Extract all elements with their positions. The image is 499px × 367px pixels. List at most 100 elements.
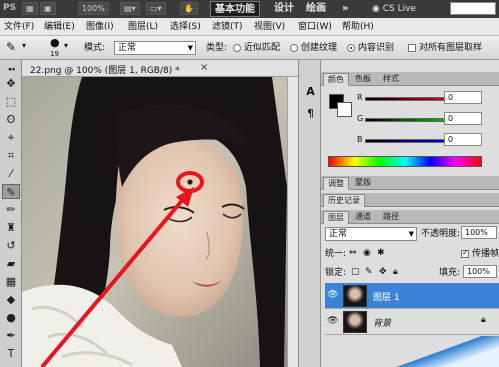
brush-picker-chevron-icon[interactable]: ▾ [64, 40, 68, 52]
tab-paths[interactable]: 路径 [379, 211, 403, 224]
fill-input[interactable]: 100% [463, 265, 497, 278]
gradient-tool-icon[interactable]: ▦ [2, 274, 20, 289]
sample-all-layers-checkbox[interactable] [408, 44, 416, 52]
clone-stamp-tool-icon[interactable]: ♜ [2, 220, 20, 235]
tool-preset-chevron-icon[interactable]: ▾ [22, 40, 26, 52]
layer-row-background[interactable]: 👁︎ 背景 🔒︎ [325, 309, 499, 335]
crop-tool-icon[interactable]: ⌗ [2, 148, 20, 163]
document-tab[interactable]: 22.png @ 100% (图层 1, RGB/8) * × [22, 60, 318, 77]
workspace-basic[interactable]: 基本功能 [210, 1, 260, 17]
visibility-eye-icon[interactable]: 👁︎ [327, 316, 338, 326]
tab-channels[interactable]: 通道 [351, 211, 375, 224]
menu-file[interactable]: 文件(F) [4, 20, 34, 34]
radio-content-aware-label: 内容识别 [358, 43, 395, 53]
b-value-input[interactable]: 0 [444, 133, 482, 146]
tab-color[interactable]: 颜色 [323, 73, 349, 86]
radio-create-texture-label: 创建纹理 [301, 43, 338, 53]
dodge-tool-icon[interactable]: ● [2, 310, 20, 325]
pen-tool-icon[interactable]: ✒ [2, 328, 20, 343]
menu-select[interactable]: 选择(S) [170, 20, 201, 34]
character-panel-icon[interactable]: A [303, 84, 318, 99]
background-color-swatch[interactable] [337, 102, 352, 117]
menu-view[interactable]: 视图(V) [254, 20, 285, 34]
move-tool-icon[interactable]: ✥ [2, 76, 20, 91]
screen-mode-icon[interactable]: ▭▾ [146, 2, 166, 15]
workspace-painting[interactable]: 绘画 [302, 1, 330, 17]
cs-live-label: CS Live [382, 4, 416, 14]
unify-style-icon[interactable]: ✱ [377, 247, 385, 259]
type-label: 类型: [206, 43, 228, 53]
tab-swatches[interactable]: 色板 [351, 73, 375, 86]
r-value-input[interactable]: 0 [444, 91, 482, 104]
radio-content-aware[interactable] [347, 44, 355, 52]
radio-create-texture[interactable] [290, 44, 298, 52]
image-canvas[interactable] [22, 77, 287, 367]
lock-image-icon[interactable]: ✎ [365, 266, 373, 278]
g-value-input[interactable]: 0 [444, 112, 482, 125]
lock-icon: 🔒︎ [481, 315, 486, 325]
brush-size-value: 19 [50, 50, 59, 58]
radio-proximity-match[interactable] [233, 44, 241, 52]
tool-options-bar: ✎ ▾ ● 19 ▾ 模式: 正常 类型: 近似匹配 创建纹理 内容识别 对所有… [0, 36, 499, 60]
lasso-tool-icon[interactable]: ʘ [2, 112, 20, 127]
menu-filter[interactable]: 滤镜(T) [212, 20, 243, 34]
layers-panel-tabs: 图层 通道 路径 [321, 210, 499, 224]
tab-adjustments[interactable]: 调整 [323, 177, 349, 190]
mode-select[interactable]: 正常 [114, 41, 196, 55]
tab-styles[interactable]: 样式 [379, 73, 403, 86]
propagate-frame-checkbox[interactable]: ✓ [461, 248, 469, 258]
spot-healing-tool-icon[interactable]: ✎ [2, 184, 20, 199]
cs-live-button[interactable]: ◉ CS Live [372, 1, 416, 17]
canvas-vertical-scrollbar[interactable] [287, 77, 298, 367]
unify-position-icon[interactable]: ⇔ [349, 247, 357, 259]
unify-visibility-icon[interactable]: ◉ [363, 247, 371, 259]
cs-live-icon: ◉ [372, 4, 383, 14]
close-document-icon[interactable]: × [200, 62, 208, 73]
color-spectrum-ramp[interactable] [328, 156, 482, 167]
lock-position-icon[interactable]: ✥ [379, 266, 387, 278]
menu-layer[interactable]: 图层(L) [128, 20, 158, 34]
document-title: 22.png @ 100% (图层 1, RGB/8) * [30, 66, 180, 76]
eyedropper-tool-icon[interactable]: ⁄ [2, 166, 20, 181]
quick-selection-tool-icon[interactable]: ⌖ [2, 130, 20, 145]
lock-transparent-icon[interactable]: ▢ [351, 266, 360, 278]
lock-all-icon[interactable]: 🔒︎ [393, 266, 398, 278]
type-tool-icon[interactable]: T [2, 346, 20, 361]
hand-tool-icon[interactable]: ✋ [180, 2, 198, 15]
brush-tool-icon[interactable]: ✏ [2, 202, 20, 217]
history-brush-tool-icon[interactable]: ↺ [2, 238, 20, 253]
blur-tool-icon[interactable]: ◆ [2, 292, 20, 307]
spot-healing-brush-icon[interactable]: ✎ [6, 41, 16, 53]
tab-history[interactable]: 历史记录 [323, 194, 365, 207]
propagate-frame-label: 传播帧 [472, 249, 499, 259]
layer-name: 背景 [373, 319, 392, 329]
blend-mode-select[interactable]: 正常 [325, 227, 417, 241]
mini-bridge-icon[interactable]: ▣ [40, 2, 56, 15]
layer-row-layer1[interactable]: 👁︎ 图层 1 [325, 283, 499, 309]
help-search-input[interactable] [450, 2, 496, 15]
visibility-eye-icon[interactable]: 👁︎ [327, 290, 338, 300]
menu-edit[interactable]: 编辑(E) [44, 20, 75, 34]
workspace-design[interactable]: 设计 [270, 1, 298, 17]
eraser-tool-icon[interactable]: ▰ [2, 256, 20, 271]
blemish-spot [187, 179, 193, 185]
opacity-label: 不透明度: [421, 229, 461, 239]
bridge-icon[interactable]: ▦ [22, 2, 38, 15]
zoom-select[interactable]: 100% [78, 2, 109, 15]
layer-name: 图层 1 [373, 293, 400, 303]
tab-layers[interactable]: 图层 [323, 211, 349, 224]
arrange-documents-icon[interactable]: ▤▾ [120, 2, 140, 15]
marquee-tool-icon[interactable]: ⬚ [2, 94, 20, 109]
paragraph-panel-icon[interactable]: ¶ [303, 106, 318, 121]
lock-label: 锁定: [325, 268, 347, 278]
menu-help[interactable]: 帮助(H) [342, 20, 374, 34]
menu-window[interactable]: 窗口(W) [298, 20, 332, 34]
more-workspaces[interactable]: » [338, 1, 352, 17]
layer-thumbnail [343, 311, 367, 333]
menu-bar: 文件(F) 编辑(E) 图像(I) 图层(L) 选择(S) 滤镜(T) 视图(V… [0, 18, 499, 36]
menu-image[interactable]: 图像(I) [86, 20, 114, 34]
layer-thumbnail [343, 285, 367, 307]
opacity-input[interactable]: 100% [461, 226, 497, 239]
tab-masks[interactable]: 蒙版 [351, 177, 375, 190]
toolbox-collapse-icon[interactable]: ◂◂ [2, 62, 20, 77]
